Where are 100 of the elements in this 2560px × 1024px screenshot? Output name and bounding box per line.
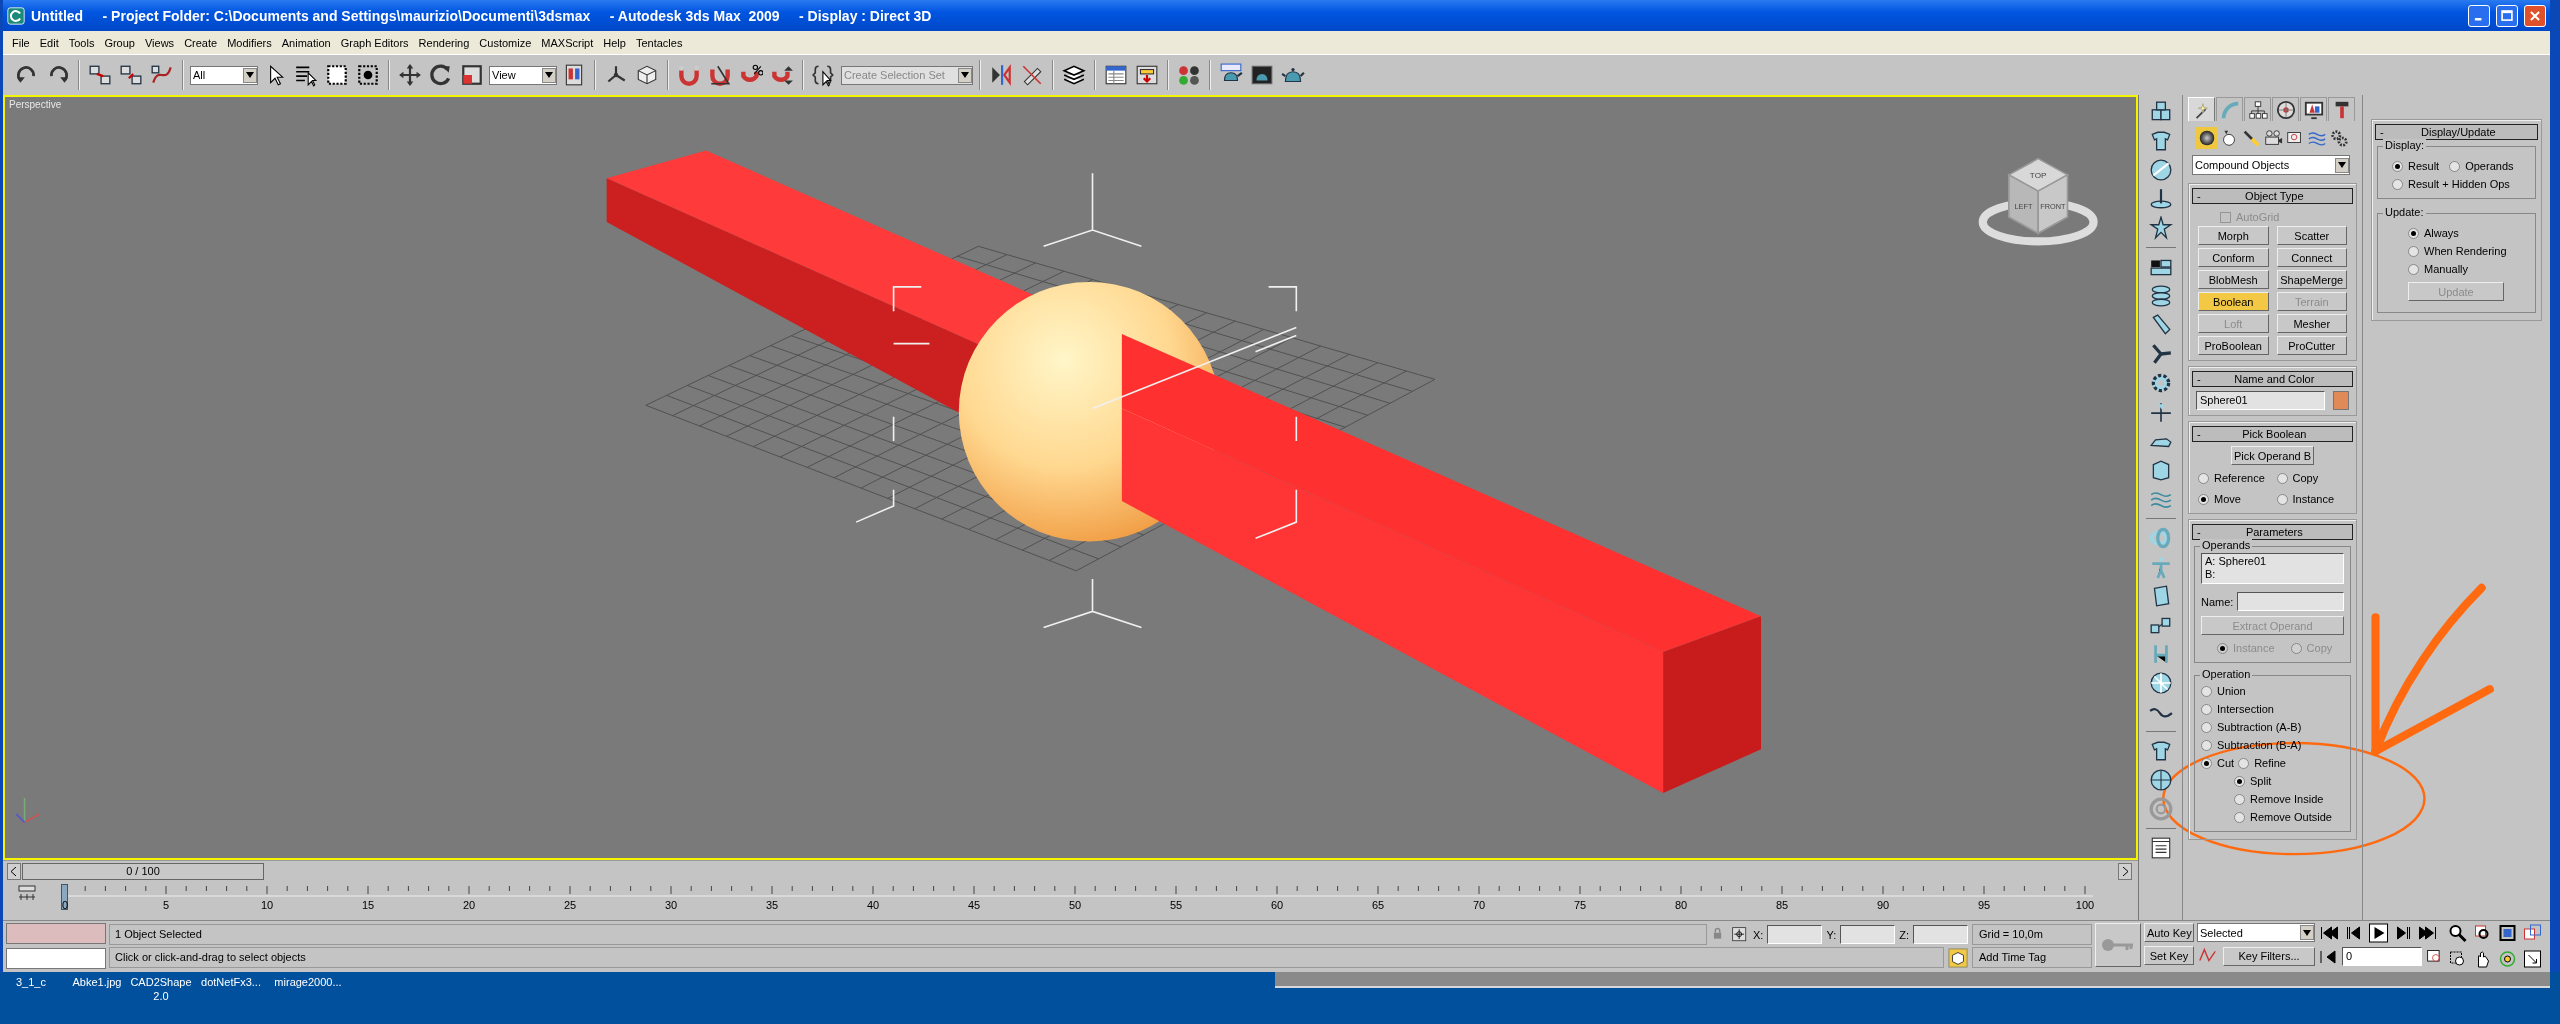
radio-label[interactable]: Split [2250, 775, 2272, 787]
current-frame-marker[interactable] [61, 884, 68, 910]
color-swatch[interactable] [2333, 391, 2349, 410]
snap-icon[interactable] [677, 63, 701, 87]
menu-item[interactable]: Tools [63, 36, 100, 49]
menu-item[interactable]: Create [179, 36, 223, 49]
radio-button[interactable] [2238, 757, 2250, 769]
selection-filter-dropdown[interactable]: All [190, 65, 258, 85]
key-mode-icon[interactable] [2318, 947, 2338, 966]
panel-tab[interactable] [2328, 97, 2355, 121]
rollout-header[interactable]: - Name and Color [2192, 371, 2353, 387]
listener-field[interactable] [6, 948, 106, 969]
viewport-label[interactable]: Perspective [9, 99, 62, 110]
radio-label[interactable]: Subtraction (A-B) [2217, 721, 2302, 733]
radio-button[interactable] [2392, 160, 2403, 172]
listener-field[interactable] [6, 923, 106, 944]
desktop-icon-label[interactable]: mirage2000... [268, 975, 348, 989]
mirror-icon[interactable] [989, 63, 1013, 87]
set-key-button[interactable]: Set Key [2144, 946, 2194, 965]
object-type-button[interactable]: Boolean [2198, 292, 2269, 311]
menu-item[interactable]: Rendering [413, 36, 475, 49]
radio-button[interactable] [2234, 811, 2245, 823]
menu-item[interactable]: File [7, 36, 35, 49]
coordinate-field[interactable] [1767, 925, 1823, 944]
radio-label[interactable]: Remove Inside [2250, 793, 2324, 805]
radio-button[interactable] [2408, 263, 2419, 275]
category-button[interactable] [2328, 127, 2349, 149]
orbit-icon[interactable] [2497, 948, 2518, 969]
panel-tab[interactable] [2272, 97, 2299, 121]
schematic-icon[interactable] [1135, 63, 1159, 87]
radio-label[interactable]: Union [2217, 685, 2246, 697]
desktop-icon-label[interactable]: 3_1_c [0, 975, 62, 989]
set-keys-button[interactable] [2095, 923, 2141, 967]
radio-label[interactable]: Cut [2217, 757, 2235, 769]
coordinate-system-dropdown[interactable]: View [489, 65, 557, 85]
radio-label[interactable]: Result + Hidden Ops [2408, 178, 2510, 190]
edit-selection-icon[interactable] [812, 63, 836, 87]
coordinate-field[interactable] [1840, 925, 1896, 944]
unlink-icon[interactable] [119, 63, 143, 87]
menu-item[interactable]: Help [598, 36, 631, 49]
radio-button[interactable] [2201, 685, 2212, 697]
radio-button[interactable] [2234, 775, 2245, 787]
link-icon[interactable] [88, 63, 112, 87]
menu-item[interactable]: Edit [34, 36, 64, 49]
menu-item[interactable]: Customize [474, 36, 537, 49]
radio-button[interactable] [2198, 493, 2209, 505]
maximize-viewport-icon[interactable] [2522, 948, 2543, 969]
menu-item[interactable]: Views [139, 36, 180, 49]
radio-button[interactable] [2449, 160, 2461, 172]
radio-label[interactable]: Instance [2292, 493, 2335, 505]
panel-tab[interactable] [2300, 97, 2327, 121]
category-button[interactable] [2196, 127, 2217, 149]
operand-item[interactable]: A: Sphere01 [2205, 555, 2340, 568]
window-selection-icon[interactable] [356, 63, 380, 87]
menu-item[interactable]: MAXScript [536, 36, 599, 49]
time-tag-button[interactable]: Add Time Tag [1972, 947, 2092, 968]
radio-label[interactable]: Move [2214, 493, 2241, 505]
object-type-button[interactable]: Connect [2276, 248, 2347, 267]
play-icon[interactable] [2368, 923, 2389, 943]
pin-icon[interactable] [2148, 187, 2173, 211]
operands-list[interactable]: A: Sphere01 B: [2201, 553, 2344, 584]
rollout-header[interactable]: - Object Type [2192, 188, 2353, 204]
frame-field[interactable]: 0 [2342, 947, 2422, 966]
radio-button[interactable] [2234, 793, 2245, 805]
object-type-button[interactable]: BlobMesh [2198, 270, 2269, 289]
radio-label[interactable]: Manually [2424, 263, 2469, 275]
key-mode-dropdown[interactable]: Selected [2197, 923, 2315, 942]
radio-label[interactable]: Refine [2254, 757, 2286, 769]
weathervane-icon[interactable] [2148, 400, 2173, 424]
wheel-icon[interactable] [2148, 671, 2173, 695]
menu-item[interactable]: Group [99, 36, 140, 49]
operand-item[interactable]: B: [2205, 568, 2340, 581]
object-type-button[interactable]: Mesher [2276, 314, 2347, 333]
rectangle-selection-icon[interactable] [325, 63, 349, 87]
time-tag-icon[interactable] [1948, 947, 1968, 968]
object-type-button[interactable]: Morph [2198, 226, 2269, 245]
ball-icon[interactable] [2148, 158, 2173, 182]
spinner-snap-icon[interactable] [770, 63, 794, 87]
spreadsheet-icon[interactable] [1104, 63, 1128, 87]
radio-button[interactable] [2198, 472, 2209, 484]
radio-label[interactable]: Remove Outside [2250, 811, 2332, 823]
layers-icon[interactable] [1062, 63, 1086, 87]
radio-button[interactable] [2201, 721, 2212, 733]
curve-editor-toggle-icon[interactable] [17, 884, 37, 902]
pick-operand-button[interactable]: Pick Operand B [2230, 446, 2314, 465]
align-icon[interactable] [1020, 63, 1044, 87]
object-type-button[interactable]: ProCutter [2276, 336, 2347, 355]
auto-key-button[interactable]: Auto Key [2144, 923, 2194, 942]
absolute-mode-icon[interactable] [1731, 925, 1749, 944]
radio-button[interactable] [2201, 757, 2212, 769]
radio-button[interactable] [2276, 472, 2288, 484]
radio-label[interactable]: Result [2408, 160, 2440, 172]
rollout-header[interactable]: - Parameters [2192, 524, 2353, 540]
viewcube-face-label[interactable]: FRONT [2040, 202, 2066, 211]
radio-label[interactable]: Intersection [2217, 703, 2274, 715]
rollout-header[interactable]: - Display/Update [2375, 124, 2538, 140]
move-icon[interactable] [398, 63, 422, 87]
zoom-extents-all-icon[interactable] [2522, 923, 2543, 943]
radio-label[interactable]: Always [2424, 227, 2459, 239]
radio-label[interactable]: When Rendering [2424, 245, 2507, 257]
